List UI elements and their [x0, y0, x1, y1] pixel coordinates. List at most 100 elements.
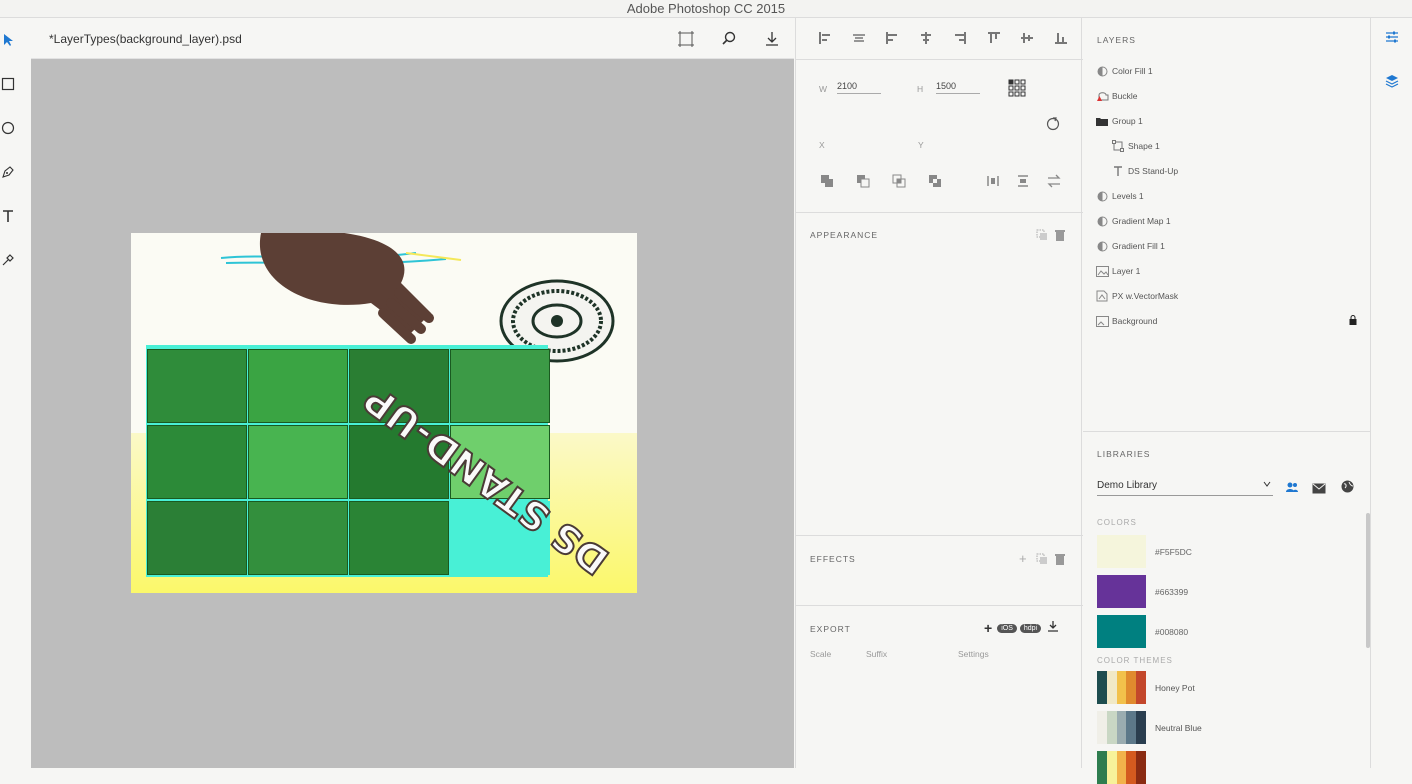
layer-name: Gradient Fill 1 — [1112, 241, 1165, 251]
layer-row[interactable]: DS Stand-Up — [1095, 161, 1365, 181]
align-bottom-icon[interactable] — [1054, 31, 1068, 47]
layer-name: Layer 1 — [1112, 266, 1141, 276]
height-field[interactable]: 1500 — [936, 81, 980, 94]
export-col-scale: Scale — [810, 649, 832, 659]
pen-tool-icon[interactable] — [0, 164, 16, 180]
distribute-vertical-icon[interactable] — [1016, 174, 1030, 193]
color-theme-swatches[interactable] — [1097, 711, 1146, 744]
layer-row[interactable]: Levels 1 — [1095, 186, 1365, 206]
add-export-icon[interactable]: + — [984, 620, 992, 636]
layer-row[interactable]: Color Fill 1 — [1095, 61, 1365, 81]
layer-name: Group 1 — [1112, 116, 1143, 126]
participant-photo — [147, 425, 247, 499]
folder-icon — [1095, 115, 1109, 127]
text-layer-icon — [1111, 165, 1125, 177]
select-tool-icon[interactable] — [0, 32, 16, 48]
layer-row[interactable]: Gradient Fill 1 — [1095, 236, 1365, 256]
rectangle-tool-icon[interactable] — [0, 76, 16, 92]
export-badge-hdpi[interactable]: hdpi — [1019, 623, 1042, 633]
search-icon[interactable] — [720, 30, 738, 48]
combine-shapes-icon[interactable] — [820, 174, 834, 193]
document-tab-bar: *LayerTypes(background_layer).psd — [31, 18, 794, 59]
window-title: Adobe Photoshop CC 2015 — [0, 0, 1412, 18]
layer-row[interactable]: Shape 1 — [1095, 136, 1365, 156]
align-right-icon[interactable] — [953, 31, 967, 47]
adjustment-icon — [1095, 65, 1109, 77]
chevron-down-icon — [1263, 480, 1271, 491]
reference-point-icon[interactable] — [1008, 79, 1026, 102]
export-download-icon[interactable] — [1047, 619, 1059, 637]
canvas-area[interactable]: DS STAND-UP — [31, 59, 794, 768]
path-ops-toolbar — [820, 174, 1062, 190]
align-center-icon[interactable] — [919, 31, 933, 47]
color-swatch[interactable] — [1097, 575, 1146, 608]
artboard[interactable]: DS STAND-UP — [131, 233, 637, 593]
export-header: EXPORT — [810, 624, 851, 634]
properties-sliders-icon[interactable] — [1385, 30, 1399, 49]
layer-name: Levels 1 — [1112, 191, 1144, 201]
globe-icon[interactable] — [1341, 480, 1354, 498]
layers-panel: LAYERS Color Fill 1 Buckle Group 1 Shape 1 D… — [1083, 18, 1370, 784]
layer-row[interactable]: Gradient Map 1 — [1095, 211, 1365, 231]
participant-photo — [248, 501, 348, 575]
align-middle-icon[interactable] — [1020, 31, 1034, 47]
color-swatch-label: #008080 — [1155, 627, 1189, 637]
tools-panel — [0, 18, 31, 768]
export-col-suffix: Suffix — [866, 649, 888, 659]
layer-row[interactable]: Group 1 — [1095, 111, 1365, 131]
collaborate-icon[interactable] — [1285, 480, 1299, 498]
layer-row[interactable]: PX w.VectorMask — [1095, 286, 1365, 306]
delete-icon[interactable] — [1055, 552, 1065, 570]
duplicate-icon[interactable] — [1036, 228, 1048, 246]
color-swatch-label: #663399 — [1155, 587, 1189, 597]
color-themes-header: COLOR THEMES — [1097, 656, 1173, 665]
download-icon[interactable] — [763, 30, 781, 48]
intersect-shapes-icon[interactable] — [892, 174, 906, 193]
align-top-icon[interactable] — [987, 31, 1001, 47]
export-col-settings: Settings — [958, 649, 989, 659]
export-badge-ios[interactable]: iOS — [997, 623, 1017, 633]
add-effect-icon[interactable]: + — [1019, 551, 1027, 566]
subtract-shapes-icon[interactable] — [856, 174, 870, 193]
library-select[interactable]: Demo Library — [1097, 480, 1273, 496]
participant-photo — [349, 501, 449, 575]
image-layer-icon — [1095, 315, 1109, 327]
pixel-layer-icon — [1095, 265, 1109, 277]
divider — [1083, 431, 1370, 432]
type-tool-icon[interactable] — [0, 208, 16, 224]
color-theme-name: Honey Pot — [1155, 683, 1195, 693]
mail-icon[interactable] — [1312, 481, 1326, 499]
eyedropper-tool-icon[interactable] — [0, 252, 16, 268]
align-horizontal-centers-icon[interactable] — [852, 31, 866, 47]
color-swatch[interactable] — [1097, 615, 1146, 648]
flip-icon[interactable] — [1046, 174, 1062, 193]
layer-name: Gradient Map 1 — [1112, 216, 1171, 226]
lock-icon[interactable] — [1349, 315, 1357, 327]
participant-photo — [248, 349, 348, 423]
width-field[interactable]: 2100 — [837, 81, 881, 94]
duplicate-icon[interactable] — [1036, 552, 1048, 570]
ellipse-tool-icon[interactable] — [0, 120, 16, 136]
layer-row[interactable]: Layer 1 — [1095, 261, 1365, 281]
vector-mask-icon — [1095, 290, 1109, 302]
align-left-icon[interactable] — [885, 31, 899, 47]
delete-icon[interactable] — [1055, 228, 1065, 246]
artboard-icon[interactable] — [677, 30, 695, 48]
participant-photo — [147, 349, 247, 423]
height-label: H — [917, 84, 924, 94]
adjustment-icon — [1095, 215, 1109, 227]
document-title[interactable]: *LayerTypes(background_layer).psd — [49, 32, 242, 46]
layer-row[interactable]: Buckle — [1095, 86, 1365, 106]
participant-photo — [147, 501, 247, 575]
exclude-shapes-icon[interactable] — [928, 174, 942, 193]
distribute-horizontal-icon[interactable] — [986, 174, 1000, 193]
layer-row[interactable]: Background — [1095, 311, 1365, 331]
layer-name: Color Fill 1 — [1112, 66, 1153, 76]
layers-stack-icon[interactable] — [1385, 74, 1399, 93]
layer-name: DS Stand-Up — [1128, 166, 1179, 176]
align-left-edges-icon[interactable] — [818, 31, 832, 47]
rotate-icon[interactable] — [1045, 116, 1061, 137]
color-swatch[interactable] — [1097, 535, 1146, 568]
color-theme-swatches[interactable] — [1097, 671, 1146, 704]
export-controls: + iOS hdpi — [984, 619, 1059, 637]
